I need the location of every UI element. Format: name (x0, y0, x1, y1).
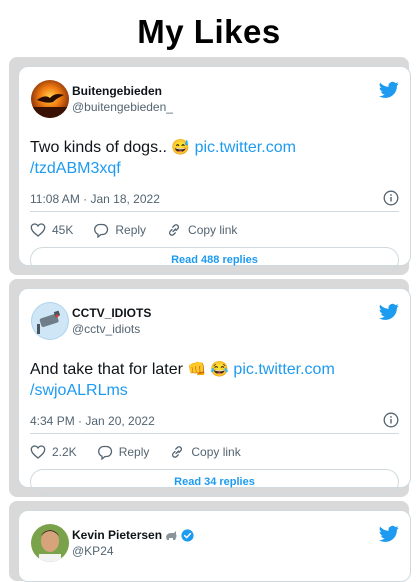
tweet-card: Kevin Pietersen @KP24 (18, 510, 411, 582)
twitter-bird-icon[interactable] (379, 303, 399, 321)
avatar[interactable] (31, 524, 69, 562)
copy-link-label: Copy link (188, 223, 238, 237)
reply-bubble-icon (97, 445, 112, 460)
link-icon (169, 224, 180, 236)
display-name[interactable]: Kevin Pietersen (72, 528, 194, 543)
reply-button[interactable]: Reply (93, 222, 146, 238)
tweet-card: CCTV_IDIOTS @cctv_idiots And take that f… (18, 288, 411, 495)
display-name[interactable]: CCTV_IDIOTS (72, 306, 151, 321)
tweet-frame: Kevin Pietersen @KP24 (9, 501, 411, 582)
handle[interactable]: @buitengebieden_ (72, 99, 173, 116)
action-bar: 45K Reply Copy link (30, 213, 399, 247)
copy-link-button[interactable]: Copy link (169, 444, 241, 460)
twitter-bird-icon[interactable] (379, 525, 399, 543)
tweet-header: Kevin Pietersen @KP24 (30, 511, 399, 563)
tweet-text: And take that for later 👊 😂 pic.twitter.… (30, 361, 335, 399)
handle[interactable]: @cctv_idiots (72, 321, 151, 338)
copy-link-label: Copy link (191, 445, 241, 459)
page-title: My Likes (137, 13, 281, 50)
fist-laugh-emoji: 👊 😂 (187, 361, 229, 378)
timestamp[interactable]: 4:34 PM · Jan 20, 2022 (30, 414, 155, 428)
like-button[interactable]: 2.2K (30, 444, 77, 460)
info-icon[interactable] (383, 412, 399, 428)
timestamp[interactable]: 11:08 AM · Jan 18, 2022 (30, 192, 160, 206)
tweet-link[interactable]: pic.twitter.com (195, 139, 296, 156)
divider (30, 433, 399, 434)
tweet-link-path[interactable]: /swjoALRLms (30, 382, 128, 399)
read-replies-button[interactable]: Read 488 replies (30, 247, 399, 273)
action-bar: 2.2K Reply Copy link (30, 435, 399, 469)
twitter-bird-icon[interactable] (379, 81, 399, 99)
handle[interactable]: @KP24 (72, 543, 194, 560)
like-button[interactable]: 45K (30, 222, 73, 238)
sweat-smile-emoji: 😅 (171, 139, 191, 156)
like-count: 2.2K (52, 445, 77, 459)
tweet-header: Buitengebieden @buitengebieden_ (30, 67, 399, 119)
reply-label: Reply (115, 223, 147, 237)
heart-icon (30, 445, 46, 459)
tweet-link[interactable]: pic.twitter.com (233, 361, 334, 378)
copy-link-button[interactable]: Copy link (166, 222, 237, 238)
reply-bubble-icon (94, 223, 109, 238)
tweet-text: Two kinds of dogs.. 😅 pic.twitter.com /t… (30, 139, 296, 177)
info-icon[interactable] (383, 190, 399, 206)
tweet-frame: CCTV_IDIOTS @cctv_idiots And take that f… (9, 279, 411, 497)
heart-icon (30, 223, 46, 237)
read-replies-button[interactable]: Read 34 replies (30, 469, 399, 495)
avatar[interactable] (31, 80, 69, 118)
tweet-frame: Buitengebieden @buitengebieden_ Two kind… (9, 57, 411, 275)
display-name[interactable]: Buitengebieden (72, 84, 173, 99)
avatar[interactable] (31, 302, 69, 340)
tweet-header: CCTV_IDIOTS @cctv_idiots (30, 289, 399, 341)
tweet-card: Buitengebieden @buitengebieden_ Two kind… (18, 66, 411, 273)
divider (30, 211, 399, 212)
reply-label: Reply (118, 445, 150, 459)
rhino-emoji-icon (166, 531, 177, 540)
reply-button[interactable]: Reply (97, 444, 150, 460)
verified-badge-icon (181, 529, 194, 542)
like-count: 45K (52, 223, 74, 237)
link-icon (172, 446, 183, 458)
tweet-link-path[interactable]: /tzdABM3xqf (30, 160, 121, 177)
